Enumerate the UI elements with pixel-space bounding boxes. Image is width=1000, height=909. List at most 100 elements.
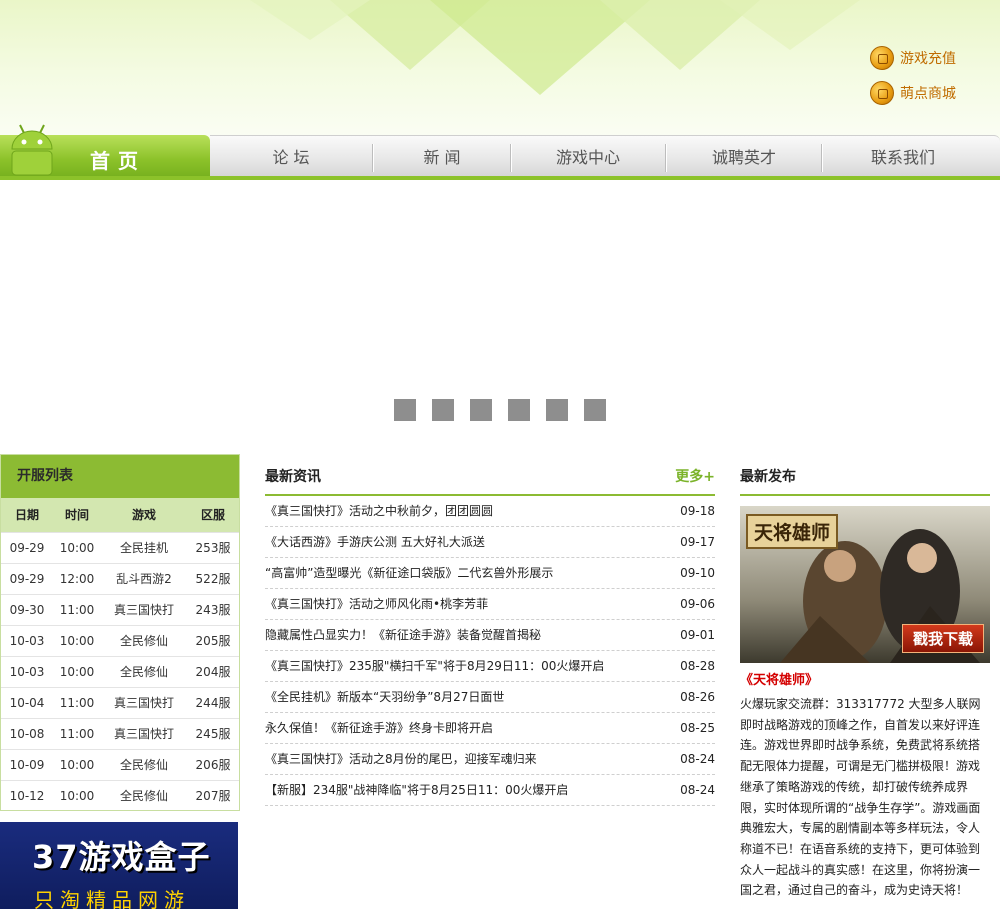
nav-news[interactable]: 新 闻 <box>374 136 510 177</box>
release-panel: 最新发布 天将雄师 戳我下载 《天将雄师》 火爆玩家交流群：313317772 … <box>740 454 990 897</box>
android-icon <box>11 124 53 176</box>
row-game: 全民修仙 <box>119 665 168 679</box>
row-game: 全民修仙 <box>119 758 168 772</box>
shop-link[interactable]: 萌点商城 <box>870 80 956 106</box>
banner-dot[interactable] <box>546 399 568 421</box>
coin-recharge-icon <box>870 46 894 70</box>
banner-dot[interactable] <box>432 399 454 421</box>
game-box-ad[interactable]: 37游戏盒子 只淘精品网游 <box>0 822 238 909</box>
news-item[interactable]: 永久保值！《新征途手游》终身卡即将开启 08-25 <box>265 713 715 744</box>
row-time: 10:00 <box>59 758 95 772</box>
news-item-date: 09-18 <box>680 504 715 518</box>
row-game: 真三国快打 <box>113 696 174 710</box>
game-promo-image[interactable]: 天将雄师 戳我下载 <box>740 506 990 663</box>
coin-shop-icon <box>870 81 894 105</box>
release-game-name[interactable]: 《天将雄师》 <box>740 669 818 688</box>
banner-dot[interactable] <box>584 399 606 421</box>
row-time: 10:00 <box>59 541 95 555</box>
col-server: 区服 <box>200 508 225 522</box>
news-item[interactable]: “高富帅”造型曝光《新征途口袋版》二代玄兽外形展示 09-10 <box>265 558 715 589</box>
news-panel: 最新资讯 更多+ 《真三国快打》活动之中秋前夕，团团圆圆 09-18 《大话西游》手… <box>265 454 715 806</box>
col-game: 游戏 <box>131 508 156 522</box>
download-button[interactable]: 戳我下载 <box>901 624 984 653</box>
row-date: 10-08 <box>9 727 45 741</box>
news-item-date: 08-24 <box>680 752 715 766</box>
banner-dot[interactable] <box>470 399 492 421</box>
row-server: 245服 <box>195 727 231 741</box>
news-item[interactable]: 《真三国快打》235服"横扫千军"将于8月29日11：00火爆开启 08-28 <box>265 651 715 682</box>
row-date: 09-30 <box>9 603 45 617</box>
row-time: 10:00 <box>59 789 95 803</box>
release-title: 最新发布 <box>740 469 796 485</box>
row-game: 真三国快打 <box>113 603 174 617</box>
ad-subtitle: 只淘精品网游 <box>34 888 190 909</box>
row-game: 乱斗西游2 <box>116 572 172 586</box>
nav-home-label: 首页 <box>90 149 146 173</box>
row-time: 12:00 <box>59 572 95 586</box>
recharge-label: 游戏充值 <box>900 51 956 67</box>
row-game: 全民修仙 <box>119 634 168 648</box>
table-row: 09-29 12:00 乱斗西游2 522服 <box>1 563 239 594</box>
row-date: 09-29 <box>9 572 45 586</box>
news-item-title: 隐藏属性凸显实力！《新征途手游》装备觉醒首揭秘 <box>265 628 542 642</box>
nav-home[interactable]: 首页 <box>0 124 210 180</box>
table-row: 10-08 11:00 真三国快打 245服 <box>1 718 239 749</box>
news-item[interactable]: 《大话西游》手游庆公测 五大好礼大派送 09-17 <box>265 527 715 558</box>
row-server: 204服 <box>195 665 231 679</box>
nav-contact[interactable]: 联系我们 <box>823 136 983 177</box>
banner-dot[interactable] <box>508 399 530 421</box>
news-item-title: 《真三国快打》235服"横扫千军"将于8月29日11：00火爆开启 <box>265 659 605 673</box>
news-item[interactable]: 《全民挂机》新版本“天羽纷争”8月27日面世 08-26 <box>265 682 715 713</box>
row-server: 207服 <box>195 789 231 803</box>
row-time: 11:00 <box>59 696 95 710</box>
news-item-title: 《大话西游》手游庆公测 五大好礼大派送 <box>265 535 485 549</box>
news-item[interactable]: 《真三国快打》活动之师风化雨•桃李芳菲 09-06 <box>265 589 715 620</box>
news-item[interactable]: 《真三国快打》活动之8月份的尾巴，迎接军魂归来 08-24 <box>265 744 715 775</box>
news-item-title: 《全民挂机》新版本“天羽纷争”8月27日面世 <box>265 690 505 704</box>
more-link[interactable]: 更多+ <box>675 466 715 486</box>
row-date: 10-03 <box>9 634 45 648</box>
col-date: 日期 <box>14 508 39 522</box>
col-time: 时间 <box>64 508 89 522</box>
news-item-date: 09-17 <box>680 535 715 549</box>
server-list-title: 开服列表 <box>1 455 239 498</box>
table-row: 10-04 11:00 真三国快打 244服 <box>1 687 239 718</box>
nav-forum[interactable]: 论 坛 <box>210 136 372 177</box>
game-logo: 天将雄师 <box>746 514 839 549</box>
news-item[interactable]: 《真三国快打》活动之中秋前夕，团团圆圆 09-18 <box>265 496 715 527</box>
release-header: 最新发布 <box>740 454 990 496</box>
news-item[interactable]: 【新服】234服"战神降临"将于8月25日11：00火爆开启 08-24 <box>265 775 715 806</box>
table-row: 10-12 10:00 全民修仙 207服 <box>1 780 239 811</box>
row-server: 206服 <box>195 758 231 772</box>
news-item-date: 08-26 <box>680 690 715 704</box>
nav-careers[interactable]: 诚聘英才 <box>667 136 821 177</box>
news-item-date: 08-28 <box>680 659 715 673</box>
row-server: 205服 <box>195 634 231 648</box>
news-item-date: 09-06 <box>680 597 715 611</box>
row-date: 10-04 <box>9 696 45 710</box>
row-time: 10:00 <box>59 665 95 679</box>
news-item-date: 09-01 <box>680 628 715 642</box>
table-row: 09-29 10:00 全民挂机 253服 <box>1 532 239 563</box>
news-item-title: “高富帅”造型曝光《新征途口袋版》二代玄兽外形展示 <box>265 566 554 580</box>
row-server: 244服 <box>195 696 231 710</box>
row-game: 全民修仙 <box>119 789 168 803</box>
nav-game-center[interactable]: 游戏中心 <box>512 136 664 177</box>
main-nav: 首页 论 坛 新 闻 游戏中心 诚聘英才 联系我们 <box>0 124 1000 180</box>
news-item-date: 09-10 <box>680 566 715 580</box>
news-item-title: 《真三国快打》活动之师风化雨•桃李芳菲 <box>265 597 489 611</box>
news-item-title: 永久保值！《新征途手游》终身卡即将开启 <box>265 721 494 735</box>
news-item-date: 08-25 <box>680 721 715 735</box>
news-item-title: 《真三国快打》活动之8月份的尾巴，迎接军魂归来 <box>265 752 537 766</box>
banner-pagination <box>394 399 606 421</box>
news-list: 《真三国快打》活动之中秋前夕，团团圆圆 09-18 《大话西游》手游庆公测 五大好礼… <box>265 496 715 806</box>
top-links: 游戏充值 萌点商城 <box>870 45 956 115</box>
nav-bar: 论 坛 新 闻 游戏中心 诚聘英才 联系我们 <box>0 135 1000 180</box>
ad-title: 37游戏盒子 <box>32 838 211 876</box>
server-list-header: 日期 时间 游戏 区服 <box>1 498 239 532</box>
table-row: 09-30 11:00 真三国快打 243服 <box>1 594 239 625</box>
banner-dot[interactable] <box>394 399 416 421</box>
news-item[interactable]: 隐藏属性凸显实力！《新征途手游》装备觉醒首揭秘 09-01 <box>265 620 715 651</box>
recharge-link[interactable]: 游戏充值 <box>870 45 956 71</box>
row-game: 全民挂机 <box>119 541 168 555</box>
